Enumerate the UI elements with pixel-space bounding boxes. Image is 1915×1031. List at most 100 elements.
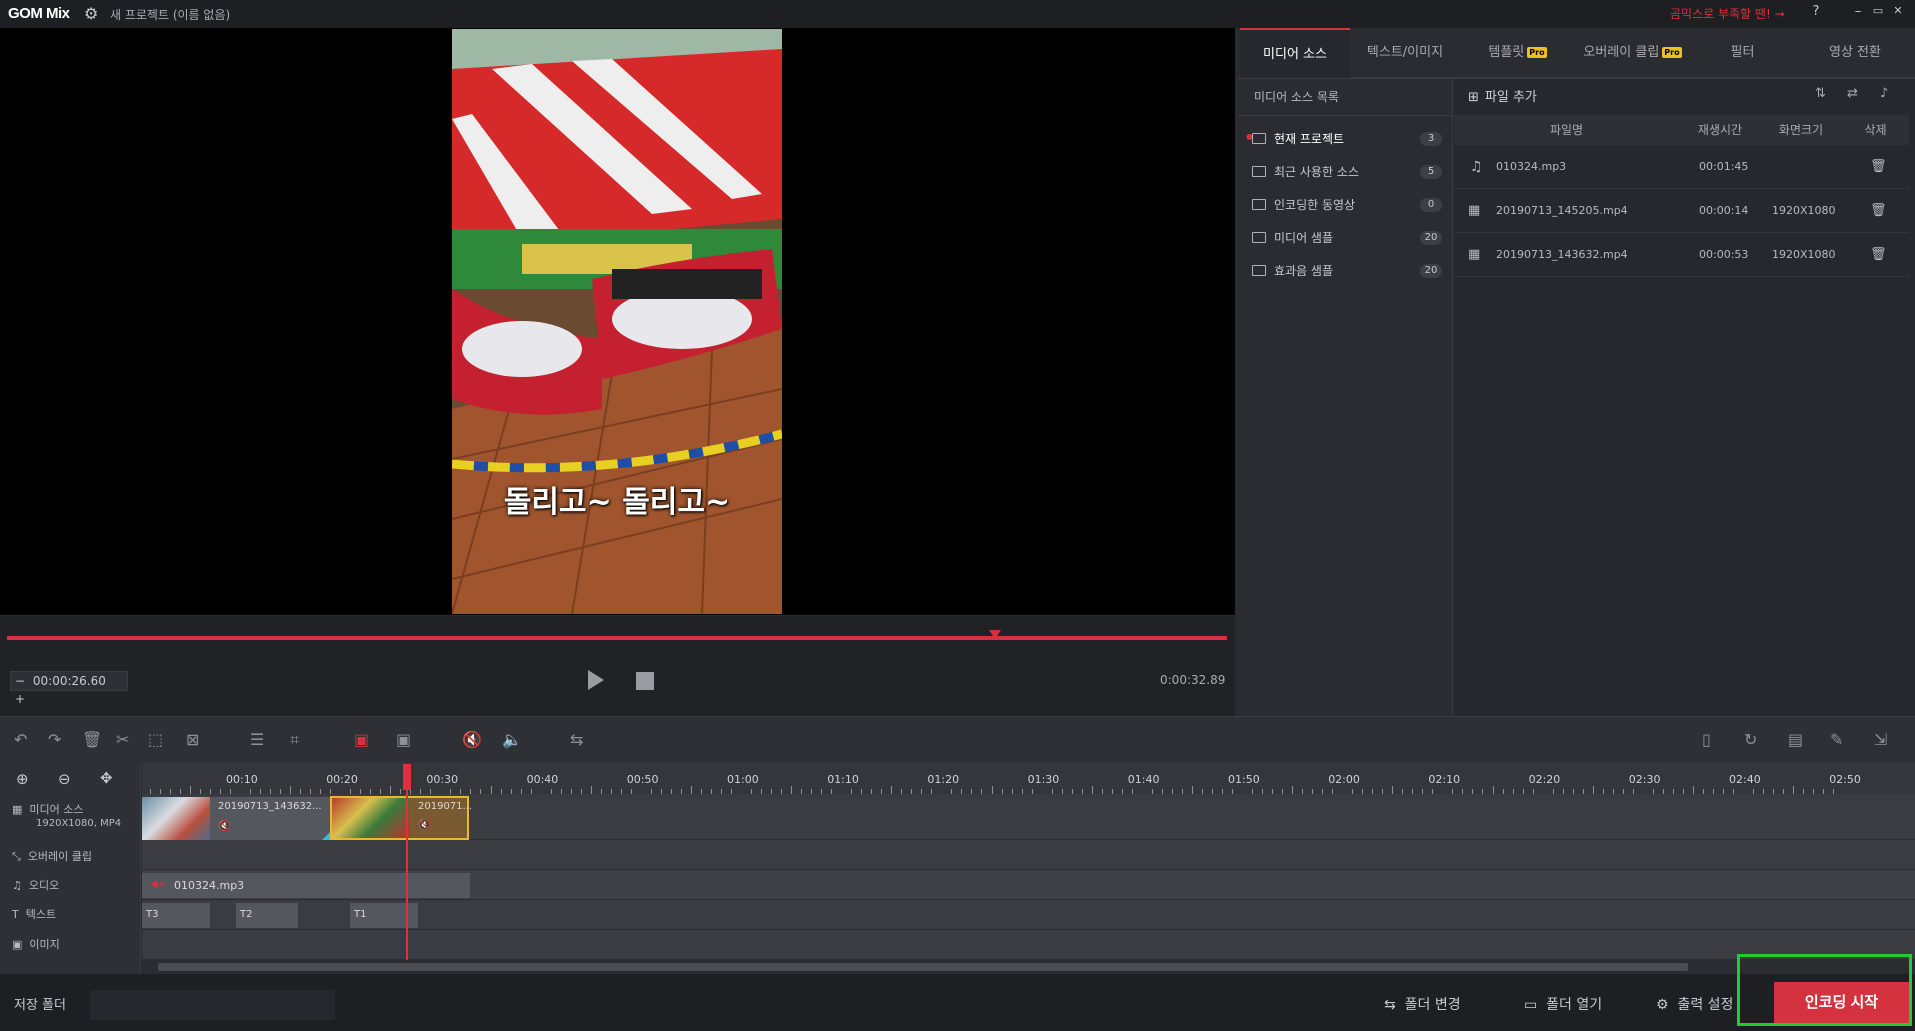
ruler-tick-label: 00:40 xyxy=(526,773,559,786)
total-time: 0:00:32.89 xyxy=(1160,673,1226,687)
file-duration: 00:01:45 xyxy=(1699,160,1749,173)
trash-icon[interactable]: 🗑 xyxy=(1870,145,1887,189)
redo-icon[interactable]: ↷ xyxy=(48,730,61,749)
swap-icon[interactable]: ⇄ xyxy=(1847,86,1858,101)
volume-icon[interactable]: 🔈 xyxy=(502,730,522,749)
tab-text-image[interactable]: 텍스트/이미지 xyxy=(1350,28,1460,78)
ruler-minor-tick xyxy=(1692,786,1694,794)
time-plus-button[interactable]: + xyxy=(11,692,29,706)
video-clip-2-selected[interactable]: 2019071... 🔇 xyxy=(330,796,472,840)
transition-marker[interactable] xyxy=(322,832,330,840)
promo-link[interactable]: 곰믹스로 부족할 땐! → xyxy=(1670,5,1785,22)
ruler-minor-tick xyxy=(1592,786,1594,794)
play-icon[interactable] xyxy=(588,670,604,690)
folder-media-samples[interactable]: 미디어 샘플 20 xyxy=(1252,225,1442,251)
trash-icon[interactable]: 🗑 xyxy=(1870,189,1887,233)
tab-media-source[interactable]: 미디어 소스 xyxy=(1240,28,1350,78)
zoom-in-icon[interactable]: ⊕ xyxy=(16,770,29,788)
ruler-minor-tick xyxy=(1392,786,1394,794)
folder-encoded-videos[interactable]: 인코딩한 동영상 0 xyxy=(1252,192,1442,218)
folder-open-icon xyxy=(1252,133,1266,144)
video-frame: 돌리고~ 돌리고~ xyxy=(452,29,782,614)
mute-icon[interactable]: 🔇 xyxy=(462,730,482,749)
open-folder-button[interactable]: ▭ 폴더 열기 xyxy=(1524,994,1602,1014)
export-project-icon[interactable]: ⇲ xyxy=(1874,730,1887,749)
add-file-button[interactable]: ⊞ 파일 추가 xyxy=(1468,86,1537,105)
muted-icon: ◀× xyxy=(150,879,167,890)
delete-icon[interactable]: 🗑 xyxy=(82,730,102,749)
video-subtitle: 돌리고~ 돌리고~ xyxy=(503,485,731,520)
music-note-icon: ♫ xyxy=(12,879,22,892)
image-icon[interactable]: ▣ xyxy=(396,730,411,749)
trash-icon[interactable]: 🗑 xyxy=(1870,233,1887,277)
current-time[interactable]: 00:00:26.60 xyxy=(33,674,106,688)
tab-filter[interactable]: 필터 xyxy=(1690,28,1795,78)
file-row[interactable]: ▦ 20190713_143632.mp4 00:00:53 1920X1080… xyxy=(1454,233,1909,277)
folder-recent-sources[interactable]: 최근 사용한 소스 5 xyxy=(1252,159,1442,185)
open-project-icon[interactable]: ↻ xyxy=(1744,730,1757,749)
video-image xyxy=(452,29,782,614)
select-icon[interactable]: ⬚ xyxy=(148,730,163,749)
ruler-tick-label: 01:00 xyxy=(727,773,759,786)
music-add-icon[interactable]: ♪ xyxy=(1880,86,1888,101)
ruler-minor-tick xyxy=(1091,786,1093,794)
zoom-out-icon[interactable]: ⊖ xyxy=(58,770,71,788)
timeline-playhead[interactable] xyxy=(406,766,408,960)
crop-icon[interactable]: ⌗ xyxy=(290,730,299,750)
ruler-minor-tick xyxy=(791,786,793,794)
edit-project-icon[interactable]: ✎ xyxy=(1830,730,1843,749)
folder-icon xyxy=(1252,265,1266,276)
track-label-image: ▣ 이미지 xyxy=(12,938,60,951)
divider xyxy=(1238,78,1915,79)
col-duration[interactable]: 재생시간 xyxy=(1680,115,1760,145)
sort-icon[interactable]: ⇅ xyxy=(1815,86,1826,101)
output-settings-button[interactable]: ⚙ 출력 설정 xyxy=(1656,994,1733,1014)
timecode-box: − 00:00:26.60 + xyxy=(10,671,128,706)
fit-icon[interactable]: ✥ xyxy=(100,769,113,787)
col-filename[interactable]: 파일명 xyxy=(1454,115,1679,145)
timeline-scrollbar[interactable] xyxy=(142,960,1915,974)
stop-icon[interactable] xyxy=(636,672,654,690)
cut-icon[interactable]: ✂ xyxy=(116,730,129,749)
tab-template[interactable]: 템플릿 Pro xyxy=(1460,28,1575,78)
title-bar xyxy=(0,0,1915,28)
help-button[interactable]: ? xyxy=(1806,4,1826,19)
ruler-minor-tick xyxy=(590,786,592,794)
scrollbar-thumb[interactable] xyxy=(158,963,1688,971)
ruler-tick-label: 02:10 xyxy=(1428,773,1461,786)
music-note-icon: ♫ xyxy=(1470,159,1483,175)
maximize-button[interactable]: ▭ xyxy=(1868,4,1888,17)
folder-current-project[interactable]: ● 현재 프로젝트 3 xyxy=(1246,126,1442,152)
tab-transition[interactable]: 영상 전환 xyxy=(1795,28,1915,78)
text-clip-t3[interactable]: T3 xyxy=(142,903,210,928)
undo-icon[interactable]: ↶ xyxy=(14,730,27,749)
folder-sfx-samples[interactable]: 효과음 샘플 20 xyxy=(1252,258,1442,284)
video-clip-1[interactable]: 20190713_143632... 🔇 xyxy=(142,797,330,840)
save-folder-input[interactable] xyxy=(90,990,335,1020)
deselect-icon[interactable]: ⊠ xyxy=(186,730,199,749)
file-row[interactable]: ▦ 20190713_145205.mp4 00:00:14 1920X1080… xyxy=(1454,189,1909,233)
file-row[interactable]: ♫ 010324.mp3 00:01:45 🗑 xyxy=(1454,145,1909,189)
adjust-icon[interactable]: ☰ xyxy=(250,730,264,749)
close-button[interactable]: ✕ xyxy=(1888,4,1908,17)
ruler-minor-tick xyxy=(891,786,893,794)
minimize-button[interactable]: – xyxy=(1848,4,1868,19)
swap-track-icon[interactable]: ⇆ xyxy=(570,730,583,749)
folder-icon xyxy=(1252,166,1266,177)
video-image-icon[interactable]: ▣ xyxy=(354,730,369,749)
encode-start-button[interactable]: 인코딩 시작 xyxy=(1774,982,1909,1024)
time-minus-button[interactable]: − xyxy=(11,674,29,688)
tab-overlay-clip[interactable]: 오버레이 클립 Pro xyxy=(1575,28,1690,78)
save-icon[interactable]: ▤ xyxy=(1788,730,1803,749)
text-clip-t2[interactable]: T2 xyxy=(236,903,298,928)
file-resolution: 1920X1080 xyxy=(1772,204,1836,217)
audio-clip[interactable]: ◀× 010324.mp3 xyxy=(142,873,470,898)
seek-bar[interactable] xyxy=(7,636,1227,640)
folder-icon xyxy=(1252,232,1266,243)
change-folder-button[interactable]: ⇆ 폴더 변경 xyxy=(1384,994,1461,1014)
new-project-icon[interactable]: ▯ xyxy=(1702,730,1711,749)
seek-handle[interactable] xyxy=(989,630,1002,639)
col-resolution[interactable]: 화면크기 xyxy=(1760,115,1842,145)
ruler-tick-label: 00:50 xyxy=(626,773,659,786)
gear-icon[interactable]: ⚙ xyxy=(84,4,98,23)
